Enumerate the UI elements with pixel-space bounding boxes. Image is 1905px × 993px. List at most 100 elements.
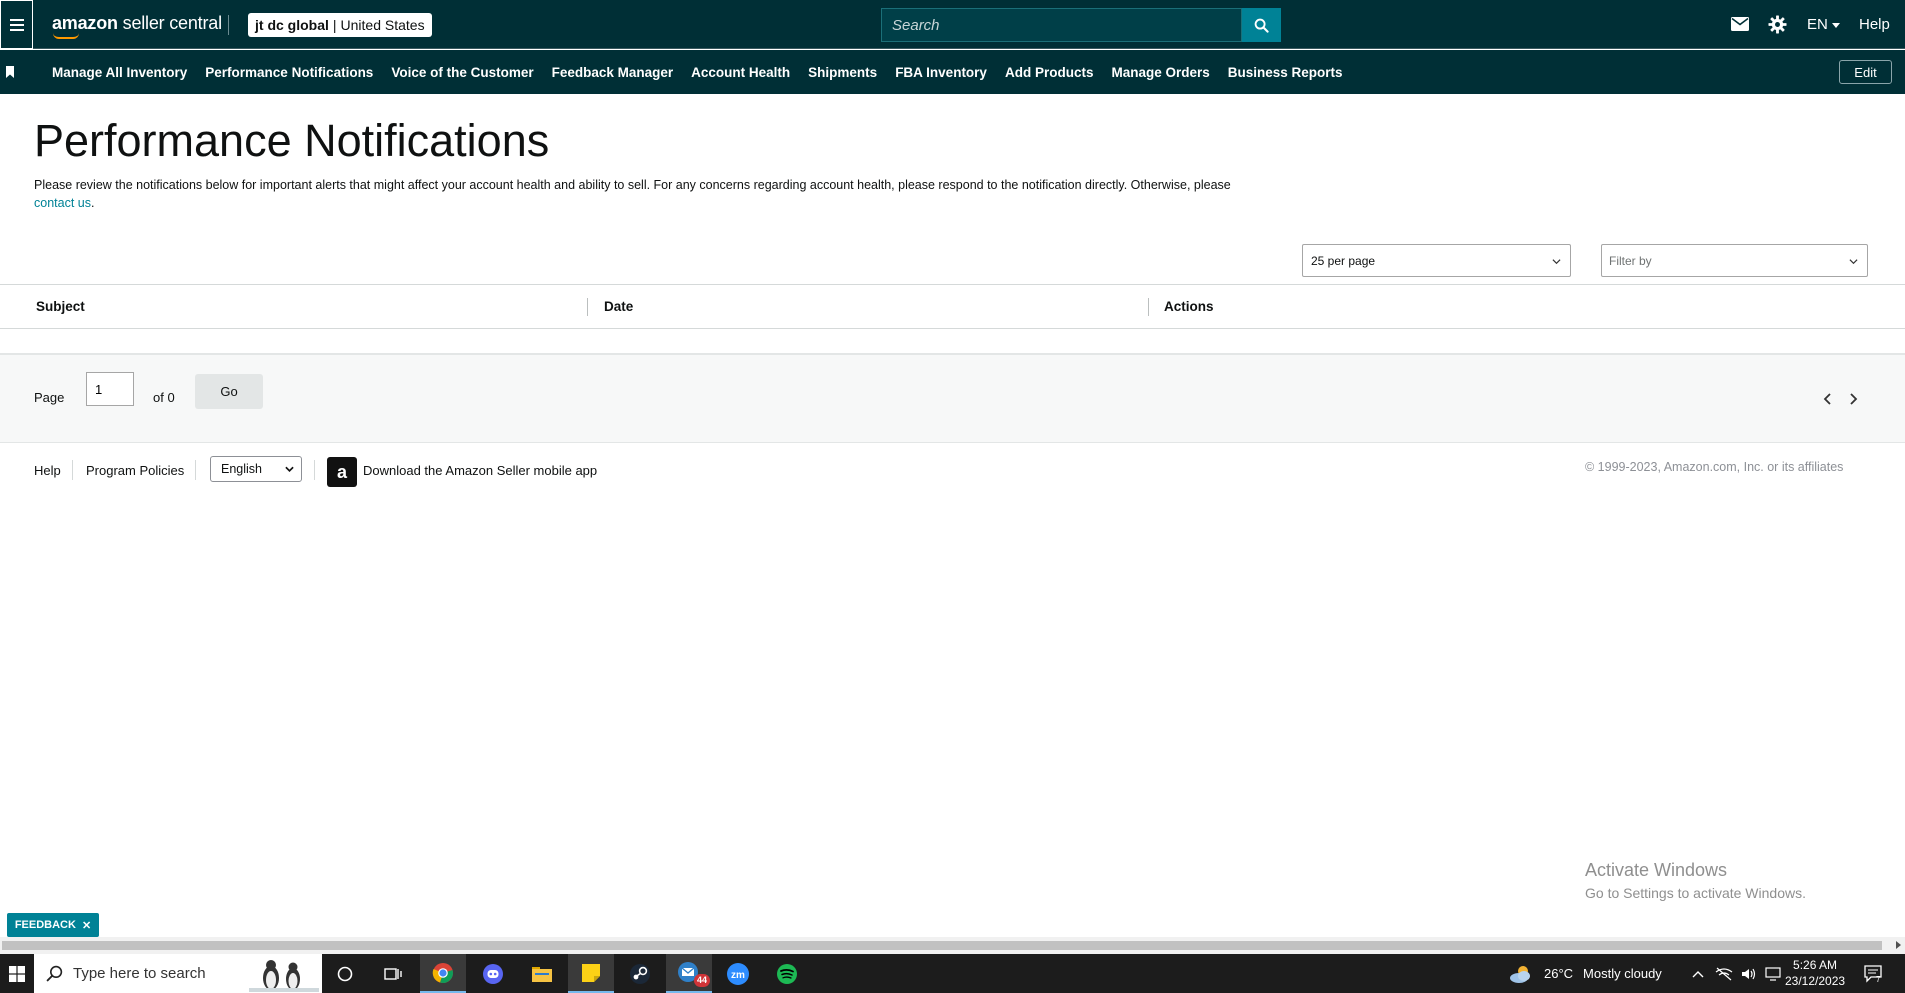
caret-down-icon bbox=[1831, 22, 1840, 28]
task-view-icon bbox=[384, 967, 402, 980]
description-period: . bbox=[90, 196, 95, 210]
footer-divider bbox=[314, 460, 315, 480]
chevron-down-icon bbox=[1849, 259, 1858, 265]
weather-widget[interactable]: 26°C Mostly cloudy bbox=[1508, 954, 1662, 993]
account-switcher[interactable]: jt dc global | United States bbox=[248, 13, 432, 37]
bookmark-nav-bar: Manage All Inventory Performance Notific… bbox=[0, 50, 1905, 94]
task-view-button[interactable] bbox=[370, 954, 416, 993]
weather-temperature: 26°C bbox=[1544, 966, 1574, 981]
hamburger-menu-icon[interactable] bbox=[0, 0, 33, 49]
column-divider bbox=[1148, 298, 1149, 316]
taskbar-app-sticky-notes[interactable] bbox=[568, 954, 614, 993]
feedback-label: FEEDBACK bbox=[14, 919, 76, 931]
network-offline-icon[interactable] bbox=[1715, 967, 1733, 981]
filter-by-placeholder: Filter by bbox=[1609, 253, 1652, 268]
svg-text:zm: zm bbox=[731, 970, 745, 981]
notification-count-badge: 7 bbox=[1876, 975, 1881, 984]
search-icon bbox=[46, 965, 63, 982]
nav-item-manage-all-inventory[interactable]: Manage All Inventory bbox=[52, 65, 187, 80]
search-input[interactable] bbox=[882, 9, 1241, 41]
filter-by-select[interactable]: Filter by bbox=[1601, 244, 1868, 277]
mail-icon[interactable] bbox=[1731, 17, 1749, 31]
nav-item-voice-of-the-customer[interactable]: Voice of the Customer bbox=[391, 65, 533, 80]
gear-icon[interactable] bbox=[1768, 15, 1787, 34]
amazon-seller-app-icon[interactable]: a bbox=[327, 457, 357, 487]
folder-icon bbox=[532, 966, 552, 982]
steam-icon bbox=[630, 963, 650, 984]
taskbar-search-placeholder: Type here to search bbox=[73, 965, 206, 982]
taskbar-app-zoom[interactable]: zm bbox=[715, 954, 761, 993]
feedback-button[interactable]: FEEDBACK ✕ bbox=[7, 913, 99, 937]
column-header-date[interactable]: Date bbox=[604, 299, 633, 314]
taskbar-app-file-explorer[interactable] bbox=[519, 954, 565, 993]
windows-start-button[interactable] bbox=[0, 954, 34, 993]
nav-item-performance-notifications[interactable]: Performance Notifications bbox=[205, 65, 373, 80]
weather-cloud-icon bbox=[1510, 965, 1530, 983]
page-footer: Help Program Policies English a Download… bbox=[0, 455, 1905, 495]
notification-icon bbox=[1864, 964, 1882, 983]
close-icon[interactable]: ✕ bbox=[82, 919, 91, 932]
notifications-table-header: Subject Date Actions bbox=[0, 284, 1905, 329]
horizontal-scrollbar[interactable] bbox=[0, 937, 1905, 954]
footer-language-select[interactable]: English bbox=[210, 456, 302, 482]
account-name: jt dc global bbox=[255, 17, 329, 33]
column-header-actions: Actions bbox=[1164, 299, 1214, 314]
notification-center-button[interactable]: 7 bbox=[1864, 954, 1884, 993]
taskbar-search-box[interactable]: Type here to search bbox=[34, 954, 322, 993]
windows-taskbar: Type here to search 44 zm 26°C Mostly cl… bbox=[0, 954, 1905, 993]
chevron-right-icon[interactable] bbox=[1848, 392, 1858, 406]
go-button[interactable]: Go bbox=[195, 374, 263, 409]
activate-windows-subtitle: Go to Settings to activate Windows. bbox=[1585, 885, 1806, 901]
account-divider: | bbox=[332, 17, 337, 33]
nav-item-fba-inventory[interactable]: FBA Inventory bbox=[895, 65, 987, 80]
mail-unread-badge: 44 bbox=[694, 974, 711, 987]
footer-divider bbox=[72, 460, 73, 480]
chrome-icon bbox=[432, 962, 453, 983]
language-dropdown[interactable]: EN bbox=[1807, 16, 1840, 33]
taskbar-app-chrome[interactable] bbox=[420, 954, 466, 993]
nav-items: Manage All Inventory Performance Notific… bbox=[52, 50, 1343, 94]
page-title: Performance Notifications bbox=[34, 115, 550, 166]
edit-nav-button[interactable]: Edit bbox=[1839, 60, 1892, 84]
search-box bbox=[881, 8, 1242, 42]
copyright-text: © 1999-2023, Amazon.com, Inc. or its aff… bbox=[1585, 460, 1844, 474]
column-divider bbox=[587, 298, 588, 316]
chevron-left-icon[interactable] bbox=[1823, 392, 1833, 406]
per-page-select[interactable]: 25 per page bbox=[1302, 244, 1571, 277]
cortana-circle-icon bbox=[337, 966, 353, 981]
nav-item-account-health[interactable]: Account Health bbox=[691, 65, 790, 80]
clock-time: 5:26 AM bbox=[1793, 958, 1838, 972]
taskbar-app-discord[interactable] bbox=[470, 954, 516, 993]
column-header-subject[interactable]: Subject bbox=[36, 299, 85, 314]
nav-item-business-reports[interactable]: Business Reports bbox=[1228, 65, 1343, 80]
contact-us-link[interactable]: contact us bbox=[34, 196, 91, 210]
program-policies-link[interactable]: Program Policies bbox=[86, 463, 184, 478]
scrollbar-thumb[interactable] bbox=[2, 941, 1882, 950]
help-link[interactable]: Help bbox=[1859, 16, 1890, 33]
bookmark-icon[interactable] bbox=[6, 66, 14, 78]
top-header: amazon seller central jt dc global | Uni… bbox=[0, 0, 1905, 49]
nav-item-shipments[interactable]: Shipments bbox=[808, 65, 877, 80]
seller-central-logo[interactable]: amazon seller central bbox=[52, 13, 222, 34]
download-app-link[interactable]: Download the Amazon Seller mobile app bbox=[363, 463, 597, 478]
volume-icon[interactable] bbox=[1741, 967, 1757, 981]
display-icon[interactable] bbox=[1765, 966, 1781, 981]
nav-item-add-products[interactable]: Add Products bbox=[1005, 65, 1094, 80]
taskbar-app-spotify[interactable] bbox=[764, 954, 810, 993]
cortana-button[interactable] bbox=[322, 954, 368, 993]
nav-item-manage-orders[interactable]: Manage Orders bbox=[1111, 65, 1209, 80]
taskbar-clock[interactable]: 5:26 AM 23/12/2023 bbox=[1785, 957, 1845, 989]
penguins-search-art-icon bbox=[249, 960, 319, 992]
search-button[interactable] bbox=[1242, 8, 1281, 42]
page-label: Page bbox=[34, 390, 65, 405]
footer-help-link[interactable]: Help bbox=[34, 463, 61, 478]
taskbar-app-mail[interactable]: 44 bbox=[666, 954, 712, 993]
scroll-right-arrow-icon[interactable] bbox=[1896, 941, 1901, 949]
taskbar-app-steam[interactable] bbox=[617, 954, 663, 993]
logo-smile-icon bbox=[53, 33, 79, 39]
chevron-up-icon[interactable] bbox=[1691, 969, 1705, 979]
page-number-input[interactable] bbox=[86, 372, 134, 406]
footer-divider bbox=[195, 460, 196, 480]
pagination-bar: Page of 0 Go bbox=[0, 353, 1905, 443]
nav-item-feedback-manager[interactable]: Feedback Manager bbox=[552, 65, 674, 80]
